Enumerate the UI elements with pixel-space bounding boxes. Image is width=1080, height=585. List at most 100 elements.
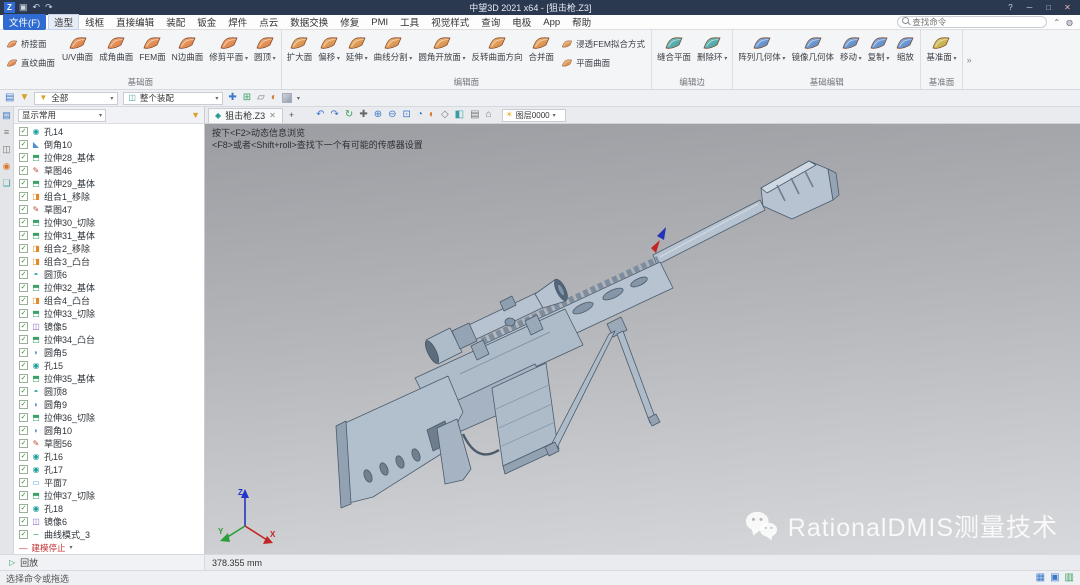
tree-item-stop[interactable]: — 建模停止 ▾ [14, 541, 204, 554]
tree-item[interactable]: ✓ ◣ 倒角10 [14, 138, 204, 151]
menu-item-6[interactable]: 焊件 [222, 14, 253, 30]
feature-checkbox[interactable]: ✓ [19, 517, 28, 526]
ribbon-button[interactable]: 移动 ▾ [837, 31, 865, 76]
tree-item[interactable]: ✓ ◫ 镜像5 [14, 320, 204, 333]
grid-snap-icon[interactable]: ⊞ [243, 93, 251, 103]
panel-toggle-icon[interactable]: ▤ [5, 93, 14, 103]
history-tab-icon[interactable]: ≡ [4, 128, 9, 137]
undo-icon[interactable]: ↶ [316, 110, 324, 120]
help-icon[interactable]: ◍ [1066, 18, 1073, 27]
assembly-scope-dropdown[interactable]: ◫ 整个装配 ▾ [123, 91, 224, 105]
wireframe-mode-icon[interactable]: ◇ [441, 110, 449, 120]
feature-checkbox[interactable]: ✓ [19, 283, 28, 292]
tree-item[interactable]: ✓ ⬒ 拉伸30_切除 [14, 216, 204, 229]
menu-item-8[interactable]: 数据交换 [284, 14, 334, 30]
tree-funnel-icon[interactable]: ▼ [191, 110, 200, 120]
feature-checkbox[interactable]: ✓ [19, 322, 28, 331]
ribbon-button[interactable]: 基准面 ▾ [923, 31, 959, 76]
tree-item[interactable]: ✓ ∼ 曲线模式_3 [14, 528, 204, 541]
tree-item[interactable]: ✓ ◨ 组合1_移除 [14, 190, 204, 203]
menu-item-13[interactable]: 查询 [475, 14, 506, 30]
feature-checkbox[interactable]: ✓ [19, 348, 28, 357]
menu-item-16[interactable]: 帮助 [566, 14, 597, 30]
feature-checkbox[interactable]: ✓ [19, 127, 28, 136]
menu-item-4[interactable]: 装配 [160, 14, 191, 30]
tree-item[interactable]: ✓ ⬒ 拉伸37_切除 [14, 489, 204, 502]
tree-item[interactable]: ✓ ◗ 圆角5 [14, 346, 204, 359]
ribbon-button[interactable]: 成角曲面 [96, 31, 136, 76]
ribbon-button[interactable]: FEM面 [136, 31, 168, 76]
tree-item[interactable]: ✓ ⬒ 拉伸33_切除 [14, 307, 204, 320]
feature-checkbox[interactable]: ✓ [19, 231, 28, 240]
app-logo-icon[interactable]: Z [4, 2, 15, 13]
feature-checkbox[interactable]: ✓ [19, 530, 28, 539]
tree-item[interactable]: ✓ ◨ 组合4_凸台 [14, 294, 204, 307]
manager-tab-icon[interactable]: ▤ [2, 111, 11, 120]
feature-checkbox[interactable]: ✓ [19, 257, 28, 266]
status-monitor-icon[interactable]: ▣ [1050, 573, 1059, 583]
tree-item[interactable]: ✓ ◗ 圆角10 [14, 424, 204, 437]
feature-checkbox[interactable]: ✓ [19, 179, 28, 188]
close-button[interactable]: ✕ [1059, 3, 1076, 12]
tree-item[interactable]: ✓ ◓ 圆顶6 [14, 268, 204, 281]
regen-icon[interactable]: ↻ [345, 110, 353, 120]
graphics-canvas[interactable]: 按下<F2>动态信息浏览 <F8>或者<Shift+roll>查找下一个有可能的… [205, 124, 1080, 554]
close-tab-icon[interactable]: ✕ [269, 111, 276, 120]
feature-checkbox[interactable]: ✓ [19, 387, 28, 396]
feature-checkbox[interactable]: ✓ [19, 491, 28, 500]
tree-item[interactable]: ✓ ⬒ 拉伸32_基体 [14, 281, 204, 294]
tree-item[interactable]: ✓ ◉ 孔16 [14, 450, 204, 463]
ribbon-button[interactable]: 阵列几何体 ▾ [735, 31, 788, 76]
feature-checkbox[interactable]: ✓ [19, 361, 28, 370]
document-tab[interactable]: ◆ 狙击枪.Z3 ✕ [208, 107, 283, 123]
feature-checkbox[interactable]: ✓ [19, 465, 28, 474]
feature-checkbox[interactable]: ✓ [19, 166, 28, 175]
layer-dropdown[interactable]: ☀ 图层0000 ▾ [501, 108, 566, 122]
feature-checkbox[interactable]: ✓ [19, 504, 28, 513]
feature-checkbox[interactable]: ✓ [19, 192, 28, 201]
ribbon-button[interactable]: 圆顶 ▾ [251, 31, 279, 76]
feature-checkbox[interactable]: ✓ [19, 335, 28, 344]
redo-icon[interactable]: ↷ [331, 110, 339, 120]
feature-checkbox[interactable]: ✓ [19, 400, 28, 409]
maximize-button[interactable]: □ [1040, 3, 1057, 12]
ribbon-button[interactable]: 圆角开放面 ▾ [415, 31, 468, 76]
zoom-fit-icon[interactable]: ⊡ [402, 110, 410, 120]
feature-checkbox[interactable]: ✓ [19, 218, 28, 227]
ribbon-overflow-icon[interactable]: » [963, 30, 976, 89]
ribbon-button[interactable]: 复制 ▾ [865, 31, 893, 76]
background-icon[interactable]: ▤ [470, 110, 479, 120]
tree-item[interactable]: ✓ ⬒ 拉伸35_基体 [14, 372, 204, 385]
ribbon-button[interactable]: N边曲面 [169, 31, 207, 76]
status-grid-icon[interactable]: ▦ [1036, 573, 1045, 583]
new-tab-button[interactable]: + [283, 110, 300, 120]
tree-item[interactable]: ✓ ⬒ 拉伸29_基体 [14, 177, 204, 190]
ribbon-button[interactable]: 修剪平面 ▾ [206, 31, 251, 76]
tree-item[interactable]: ✓ ◉ 孔14 [14, 125, 204, 138]
ribbon-button[interactable]: 合并面 [526, 31, 558, 76]
tree-item[interactable]: ✓ ⬒ 拉伸31_基体 [14, 229, 204, 242]
tree-item[interactable]: ✓ ◉ 孔15 [14, 359, 204, 372]
menu-item-12[interactable]: 视觉样式 [425, 14, 475, 30]
ribbon-button[interactable]: 浸透FEM拟合方式 [559, 38, 647, 50]
pick-icon[interactable]: ✚ [359, 110, 367, 120]
menu-item-5[interactable]: 钣金 [191, 14, 222, 30]
minimize-button[interactable]: ─ [1021, 3, 1038, 12]
tree-item[interactable]: ✓ ◉ 孔17 [14, 463, 204, 476]
ribbon-button[interactable]: 缩放 [892, 31, 918, 76]
ribbon-button[interactable]: 缝合平面 [654, 31, 694, 76]
status-doc-icon[interactable]: ▥ [1065, 573, 1074, 583]
feature-checkbox[interactable]: ✓ [19, 205, 28, 214]
feature-checkbox[interactable]: ✓ [19, 140, 28, 149]
ribbon-collapse-icon[interactable]: ⌃ [1053, 18, 1060, 27]
color-swatch[interactable] [281, 93, 292, 103]
zoom-out-icon[interactable]: ⊖ [388, 110, 396, 120]
ribbon-button[interactable]: 偏移 ▾ [315, 31, 343, 76]
tree-item[interactable]: ✓ ✎ 草图46 [14, 164, 204, 177]
zoom-in-icon[interactable]: ⊕ [374, 110, 382, 120]
help-button[interactable]: ? [1002, 3, 1019, 12]
menu-item-10[interactable]: PMI [365, 16, 394, 29]
menu-item-3[interactable]: 直接编辑 [110, 14, 160, 30]
menu-item-14[interactable]: 电极 [506, 14, 537, 30]
command-search-input[interactable] [897, 16, 1048, 28]
